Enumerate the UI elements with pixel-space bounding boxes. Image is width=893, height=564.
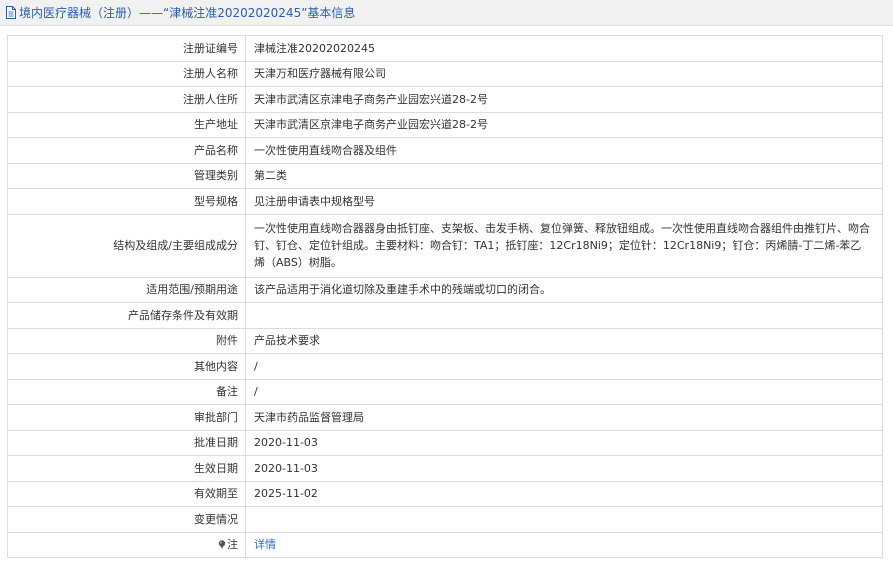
table-row: 批准日期 2020-11-03 bbox=[7, 429, 883, 456]
note-value-cell: 详情 bbox=[245, 531, 883, 558]
row-label: 注册人名称 bbox=[7, 60, 246, 87]
table-row: 有效期至 2025-11-02 bbox=[7, 480, 883, 507]
row-value: / bbox=[245, 378, 883, 405]
page-header: 境内医疗器械（注册）——“津械注准20202020245”基本信息 bbox=[0, 0, 893, 26]
row-value: 2020-11-03 bbox=[245, 429, 883, 456]
table-row: 附件 产品技术要求 bbox=[7, 327, 883, 354]
table-row: 注册证编号 津械注准20202020245 bbox=[7, 35, 883, 62]
row-label: 注册人住所 bbox=[7, 86, 246, 113]
table-row: 结构及组成/主要组成成分 一次性使用直线吻合器器身由抵钉座、支架板、击发手柄、复… bbox=[7, 213, 883, 278]
row-label: 批准日期 bbox=[7, 429, 246, 456]
row-label: 结构及组成/主要组成成分 bbox=[7, 213, 246, 278]
table-row: 注册人名称 天津万和医疗器械有限公司 bbox=[7, 60, 883, 87]
row-value: 见注册申请表中规格型号 bbox=[245, 188, 883, 215]
row-label: 生产地址 bbox=[7, 111, 246, 138]
note-label: 注 bbox=[227, 538, 238, 552]
info-table: 注册证编号 津械注准20202020245 注册人名称 天津万和医疗器械有限公司… bbox=[7, 35, 883, 558]
row-value: 津械注准20202020245 bbox=[245, 35, 883, 62]
row-value: 一次性使用直线吻合器及组件 bbox=[245, 137, 883, 164]
page-title: 境内医疗器械（注册）——“津械注准20202020245”基本信息 bbox=[19, 6, 356, 20]
table-row: 管理类别 第二类 bbox=[7, 162, 883, 189]
row-label: 变更情况 bbox=[7, 506, 246, 533]
row-label: 生效日期 bbox=[7, 455, 246, 482]
row-value: 2025-11-02 bbox=[245, 480, 883, 507]
table-row: 产品储存条件及有效期 bbox=[7, 302, 883, 329]
document-icon bbox=[5, 6, 17, 19]
table-row: 型号规格 见注册申请表中规格型号 bbox=[7, 188, 883, 215]
row-value: 天津万和医疗器械有限公司 bbox=[245, 60, 883, 87]
row-value: 2020-11-03 bbox=[245, 455, 883, 482]
detail-link[interactable]: 详情 bbox=[254, 538, 276, 551]
row-value bbox=[245, 506, 883, 533]
row-label: 其他内容 bbox=[7, 353, 246, 380]
pin-icon bbox=[218, 540, 226, 550]
row-label: 注册证编号 bbox=[7, 35, 246, 62]
row-label: 管理类别 bbox=[7, 162, 246, 189]
row-value: 产品技术要求 bbox=[245, 327, 883, 354]
row-label: 附件 bbox=[7, 327, 246, 354]
row-label: 产品储存条件及有效期 bbox=[7, 302, 246, 329]
row-label: 有效期至 bbox=[7, 480, 246, 507]
table-row-note: 注 详情 bbox=[7, 531, 883, 558]
table-row: 审批部门 天津市药品监督管理局 bbox=[7, 404, 883, 431]
row-label: 审批部门 bbox=[7, 404, 246, 431]
row-value: 天津市药品监督管理局 bbox=[245, 404, 883, 431]
table-row: 备注 / bbox=[7, 378, 883, 405]
table-row: 适用范围/预期用途 该产品适用于消化道切除及重建手术中的残端或切口的闭合。 bbox=[7, 276, 883, 303]
note-label-cell: 注 bbox=[7, 531, 246, 558]
table-row: 注册人住所 天津市武清区京津电子商务产业园宏兴道28-2号 bbox=[7, 86, 883, 113]
table-row: 变更情况 bbox=[7, 506, 883, 533]
row-value: / bbox=[245, 353, 883, 380]
row-label: 产品名称 bbox=[7, 137, 246, 164]
row-value: 天津市武清区京津电子商务产业园宏兴道28-2号 bbox=[245, 86, 883, 113]
row-label: 适用范围/预期用途 bbox=[7, 276, 246, 303]
table-row: 生效日期 2020-11-03 bbox=[7, 455, 883, 482]
row-value bbox=[245, 302, 883, 329]
row-label: 备注 bbox=[7, 378, 246, 405]
row-value: 天津市武清区京津电子商务产业园宏兴道28-2号 bbox=[245, 111, 883, 138]
table-row: 其他内容 / bbox=[7, 353, 883, 380]
row-value: 一次性使用直线吻合器器身由抵钉座、支架板、击发手柄、复位弹簧、释放钮组成。一次性… bbox=[245, 213, 883, 278]
table-row: 产品名称 一次性使用直线吻合器及组件 bbox=[7, 137, 883, 164]
row-label: 型号规格 bbox=[7, 188, 246, 215]
table-row: 生产地址 天津市武清区京津电子商务产业园宏兴道28-2号 bbox=[7, 111, 883, 138]
row-value: 第二类 bbox=[245, 162, 883, 189]
row-value: 该产品适用于消化道切除及重建手术中的残端或切口的闭合。 bbox=[245, 276, 883, 303]
